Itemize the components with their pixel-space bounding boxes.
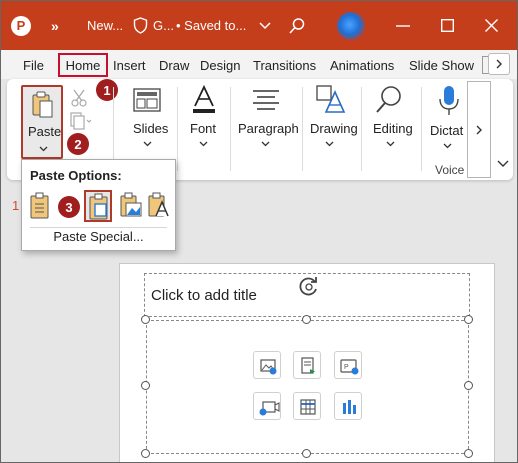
paste-icon: [32, 91, 53, 118]
cut-icon[interactable]: [71, 89, 87, 110]
step-badge-2: 2: [67, 133, 89, 155]
font-icon: [192, 84, 216, 118]
editing-button[interactable]: Editing: [373, 121, 413, 136]
insert-icons-icon[interactable]: [293, 351, 321, 379]
paste-as-picture-icon[interactable]: [119, 192, 143, 220]
chevron-down-icon[interactable]: [443, 141, 452, 151]
resize-handle[interactable]: [464, 315, 473, 324]
copy-icon[interactable]: [70, 112, 92, 133]
title-placeholder-text: Click to add title: [151, 287, 257, 304]
chevron-down-icon[interactable]: [386, 139, 395, 149]
slides-button[interactable]: Slides: [133, 121, 168, 136]
search-icon[interactable]: [288, 1, 306, 50]
title-bar: P » New... G... • Saved to...: [1, 1, 517, 50]
resize-handle[interactable]: [141, 315, 150, 324]
dictate-button[interactable]: Dictat: [430, 123, 463, 138]
ribbon-tab-row: File Home Insert Draw Design Transitions…: [1, 50, 517, 79]
chevron-down-icon: [39, 144, 48, 154]
insert-chart-icon[interactable]: [334, 392, 362, 420]
tab-draw[interactable]: Draw: [159, 54, 189, 76]
insert-picture-icon[interactable]: [253, 351, 281, 379]
microphone-icon: [438, 85, 460, 120]
paste-label: Paste: [28, 124, 62, 139]
find-icon: [375, 85, 403, 118]
paragraph-button[interactable]: Paragraph: [238, 121, 299, 136]
tab-design[interactable]: Design: [200, 54, 240, 76]
menu-divider: [30, 227, 167, 228]
tab-file[interactable]: File: [23, 54, 44, 76]
save-status[interactable]: • Saved to...: [176, 1, 246, 50]
rotate-handle-icon[interactable]: [297, 275, 321, 299]
resize-handle[interactable]: [141, 381, 150, 390]
resize-handle[interactable]: [464, 449, 473, 458]
close-button[interactable]: [485, 1, 498, 50]
paste-button[interactable]: Paste: [21, 85, 63, 159]
group-divider: [421, 87, 422, 171]
powerpoint-logo: P: [11, 1, 33, 50]
paste-special-item[interactable]: Paste Special...: [22, 229, 175, 244]
tab-slide-show[interactable]: Slide Show: [409, 54, 474, 76]
shapes-icon: [316, 85, 346, 118]
slide-number-mark: 1: [12, 198, 20, 213]
document-name[interactable]: New...: [87, 1, 123, 50]
resize-handle[interactable]: [141, 449, 150, 458]
slides-icon: [133, 88, 161, 117]
resize-handle[interactable]: [464, 381, 473, 390]
paste-use-destination-theme-icon[interactable]: [28, 192, 52, 220]
resize-handle[interactable]: [302, 315, 311, 324]
font-button[interactable]: Font: [190, 121, 216, 136]
group-divider: [302, 87, 303, 171]
resize-handle[interactable]: [302, 449, 311, 458]
group-divider: [177, 87, 178, 171]
chevron-down-icon[interactable]: [261, 139, 270, 149]
quick-access-more-button[interactable]: »: [51, 1, 59, 50]
group-divider: [230, 87, 231, 171]
tab-scroll-right-button[interactable]: [488, 53, 510, 75]
ribbon-display-options-chevron-icon[interactable]: [497, 157, 509, 171]
copilot-orb-icon[interactable]: [337, 1, 365, 50]
step-badge-1: 1: [96, 79, 118, 101]
powerpoint-window: P » New... G... • Saved to... File Home …: [0, 0, 518, 463]
insert-video-icon[interactable]: [253, 392, 281, 420]
paste-keep-text-only-icon[interactable]: [147, 192, 171, 220]
keep-source-formatting-icon: [89, 193, 108, 220]
voice-group-label: Voice: [435, 163, 465, 177]
chevron-down-icon[interactable]: [143, 139, 152, 149]
paste-options-title: Paste Options:: [30, 168, 122, 183]
tab-insert[interactable]: Insert: [113, 54, 146, 76]
shield-icon[interactable]: [133, 1, 148, 50]
tab-transitions[interactable]: Transitions: [253, 54, 316, 76]
content-placeholder[interactable]: [146, 320, 469, 454]
tab-animations[interactable]: Animations: [330, 54, 394, 76]
insert-cameo-icon[interactable]: P: [334, 351, 362, 379]
tab-home[interactable]: Home: [58, 53, 108, 77]
chevron-down-icon[interactable]: [199, 139, 208, 149]
group-divider: [361, 87, 362, 171]
ribbon-scroll-right-button[interactable]: [467, 81, 491, 178]
chevron-down-icon[interactable]: [325, 139, 334, 149]
paste-keep-source-formatting-button[interactable]: [84, 190, 112, 222]
maximize-button[interactable]: [441, 1, 454, 50]
paragraph-icon: [252, 89, 280, 114]
step-badge-3: 3: [58, 196, 80, 218]
svg-text:P: P: [344, 364, 349, 371]
chevron-down-icon[interactable]: [259, 1, 271, 50]
drawing-button[interactable]: Drawing: [310, 121, 358, 136]
insert-table-icon[interactable]: [293, 392, 321, 420]
minimize-button[interactable]: [396, 1, 410, 50]
paste-options-menu: Paste Options: 3 Paste Special...: [21, 159, 176, 251]
sensitivity-label[interactable]: G...: [153, 1, 174, 50]
